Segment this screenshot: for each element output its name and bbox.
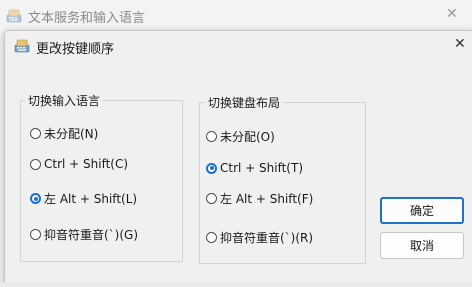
ok-button[interactable]: 确定 (380, 197, 464, 224)
background-titlebar: 文本服务和输入语言 ✕ (0, 0, 472, 32)
radio-button-selected[interactable] (30, 193, 41, 204)
close-icon[interactable]: ✕ (454, 36, 466, 52)
radio-button[interactable] (30, 128, 41, 139)
radio-button[interactable] (30, 158, 41, 170)
radio-label: Ctrl + Shift(C) (44, 157, 129, 171)
radio-button[interactable] (206, 193, 217, 204)
radio-label: 未分配(O) (220, 130, 275, 144)
radio-button[interactable] (30, 229, 41, 240)
radio-button[interactable] (206, 232, 217, 243)
radio-left-alt-shift-l[interactable]: 左 Alt + Shift(L) (30, 190, 137, 207)
radio-grave-accent-g[interactable]: 抑音符重音(`)(G) (30, 226, 138, 243)
cancel-button[interactable]: 取消 (380, 232, 464, 259)
switch-keyboard-layout-label: 切换键盘布局 (205, 94, 284, 111)
dialog-titlebar: 更改按键顺序 ✕ (5, 31, 472, 61)
radio-ctrl-shift-t[interactable]: Ctrl + Shift(T) (206, 161, 303, 175)
background-window-title: 文本服务和输入语言 (28, 11, 146, 26)
radio-grave-accent-r[interactable]: 抑音符重音(`)(R) (206, 229, 313, 246)
radio-unassigned-o[interactable]: 未分配(O) (206, 128, 275, 145)
background-close-icon[interactable]: ✕ (446, 6, 458, 22)
radio-label: 左 Alt + Shift(F) (220, 192, 314, 206)
keyboard-app-icon (14, 39, 30, 53)
radio-label: Ctrl + Shift(T) (220, 161, 304, 175)
radio-ctrl-shift-c[interactable]: Ctrl + Shift(C) (30, 157, 128, 171)
radio-label: 抑音符重音(`)(G) (44, 228, 139, 242)
radio-button[interactable] (206, 131, 217, 142)
window-bottom-edge (0, 282, 472, 287)
radio-left-alt-shift-f[interactable]: 左 Alt + Shift(F) (206, 190, 313, 207)
radio-label: 抑音符重音(`)(R) (220, 231, 314, 245)
radio-label: 左 Alt + Shift(L) (44, 192, 138, 206)
radio-label: 未分配(N) (44, 127, 99, 141)
switch-input-language-label: 切换输入语言 (25, 92, 104, 109)
radio-button-selected[interactable] (206, 162, 217, 174)
dialog-title: 更改按键顺序 (36, 42, 115, 57)
radio-unassigned-n[interactable]: 未分配(N) (30, 125, 98, 142)
keyboard-app-icon (6, 9, 22, 23)
